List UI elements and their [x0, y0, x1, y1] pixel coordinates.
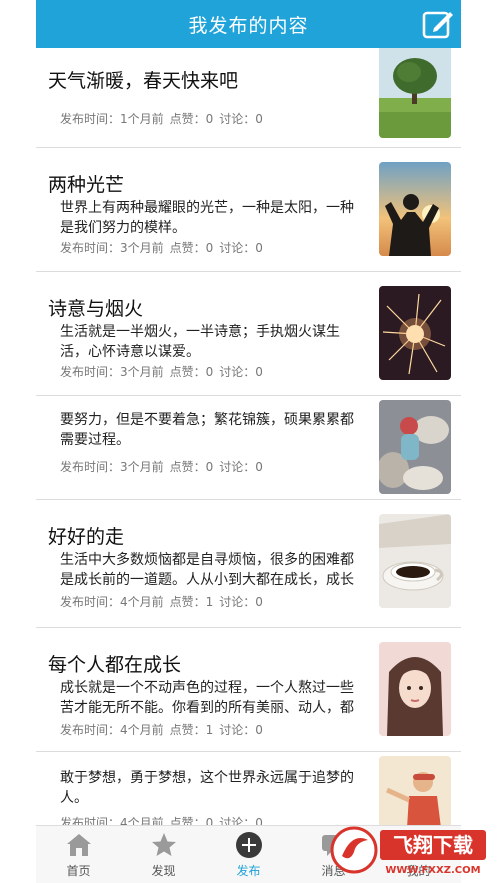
post-meta: 发布时间：3个月前 点赞：0 讨论：0 — [60, 363, 263, 380]
post-likes: 点赞：1 — [169, 595, 214, 609]
post-comments: 讨论：0 — [219, 816, 263, 825]
post-likes: 点赞：1 — [169, 723, 214, 737]
post-item[interactable]: 要努力，但是不要着急；繁花锦簇，硕果累累都需要过程。 发布时间：3个月前 点赞：… — [36, 396, 461, 500]
post-comments: 讨论：0 — [219, 241, 263, 255]
post-title: 天气渐暖，春天快来吧 — [48, 70, 239, 92]
discover-star-icon — [150, 832, 178, 858]
post-meta: 发布时间：4个月前 点赞：0 讨论：0 — [60, 814, 263, 825]
post-feed[interactable]: 天气渐暖，春天快来吧 发布时间：1个月前 点赞：0 讨论：0 两种光芒 世界上有… — [36, 48, 461, 825]
post-comments: 讨论：0 — [219, 723, 263, 737]
post-comments: 讨论：0 — [219, 460, 263, 474]
post-title: 每个人都在成长 — [48, 654, 182, 676]
publish-plus-icon — [235, 832, 263, 858]
post-time: 发布时间：4个月前 — [60, 723, 164, 737]
app-header: 我发布的内容 — [36, 0, 461, 48]
coffee-cup-photo[interactable] — [379, 514, 451, 608]
watermark-logo: 飞翔下载 WWW.FXXZ.COM — [330, 822, 490, 878]
post-likes: 点赞：0 — [169, 112, 214, 126]
post-comments: 讨论：0 — [219, 595, 263, 609]
post-title: 好好的走 — [48, 526, 125, 548]
child-beach-photo[interactable] — [379, 756, 451, 825]
page-title: 我发布的内容 — [188, 14, 309, 37]
post-likes: 点赞：0 — [169, 365, 214, 379]
post-meta: 发布时间：4个月前 点赞：1 讨论：0 — [60, 593, 263, 610]
post-item[interactable]: 天气渐暖，春天快来吧 发布时间：1个月前 点赞：0 讨论：0 — [36, 48, 461, 148]
tab-label: 发现 — [151, 864, 176, 878]
girl-portrait-photo[interactable] — [379, 642, 451, 736]
post-time: 发布时间：3个月前 — [60, 241, 164, 255]
edit-icon[interactable] — [421, 7, 455, 41]
post-comments: 讨论：0 — [219, 365, 263, 379]
post-item[interactable]: 两种光芒 世界上有两种最耀眼的光芒，一种是太阳，一种是我们努力的模样。 发布时间… — [36, 148, 461, 272]
post-meta: 发布时间：1个月前 点赞：0 讨论：0 — [60, 110, 263, 127]
post-excerpt: 世界上有两种最耀眼的光芒，一种是太阳，一种是我们努力的模样。 — [60, 200, 354, 236]
post-likes: 点赞：0 — [169, 460, 214, 474]
watermark-text: 飞翔下载 — [393, 833, 473, 857]
post-item[interactable]: 诗意与烟火 生活就是一半烟火，一半诗意；手执烟火谋生活，心怀诗意以谋爱。 发布时… — [36, 272, 461, 396]
sunset-person-photo[interactable] — [379, 162, 451, 256]
post-item[interactable]: 每个人都在成长 成长就是一个不动声色的过程，一个人熬过一些苦才能无所不能。你看到… — [36, 628, 461, 752]
tab-label: 首页 — [66, 864, 91, 878]
tab-home[interactable]: 首页 — [36, 826, 121, 883]
watermark-url: WWW.FXXZ.COM — [385, 865, 480, 876]
post-excerpt: 生活就是一半烟火，一半诗意；手执烟火谋生活，心怀诗意以谋爱。 — [60, 324, 340, 360]
tab-label: 发布 — [236, 864, 261, 878]
post-item[interactable]: 敢于梦想，勇于梦想，这个世界永远属于追梦的人。 发布时间：4个月前 点赞：0 讨… — [36, 752, 461, 825]
toy-figure-photo[interactable] — [379, 400, 451, 494]
post-title: 两种光芒 — [48, 174, 125, 196]
post-time: 发布时间：3个月前 — [60, 365, 164, 379]
post-excerpt: 敢于梦想，勇于梦想，这个世界永远属于追梦的人。 — [60, 770, 354, 806]
tab-publish[interactable]: 发布 — [206, 826, 291, 883]
post-time: 发布时间：4个月前 — [60, 816, 164, 825]
post-excerpt: 要努力，但是不要着急；繁花锦簇，硕果累累都需要过程。 — [60, 412, 354, 448]
post-excerpt: 生活中大多数烦恼都是自寻烦恼，很多的困难都是成长前的一道题。人从小到大都在成长，… — [60, 552, 354, 588]
post-likes: 点赞：0 — [169, 241, 214, 255]
post-meta: 发布时间：3个月前 点赞：0 讨论：0 — [60, 458, 263, 475]
post-meta: 发布时间：4个月前 点赞：1 讨论：0 — [60, 721, 263, 738]
tree-photo[interactable] — [379, 48, 451, 138]
sparkler-photo[interactable] — [379, 286, 451, 380]
post-excerpt: 成长就是一个不动声色的过程，一个人熬过一些苦才能无所不能。你看到的所有美丽、动人… — [60, 680, 354, 716]
post-time: 发布时间：4个月前 — [60, 595, 164, 609]
post-time: 发布时间：3个月前 — [60, 460, 164, 474]
post-comments: 讨论：0 — [219, 112, 263, 126]
post-title: 诗意与烟火 — [48, 298, 144, 320]
post-likes: 点赞：0 — [169, 816, 214, 825]
post-meta: 发布时间：3个月前 点赞：0 讨论：0 — [60, 239, 263, 256]
phone-screen: 我发布的内容 天气渐暖，春天快来吧 发布时间：1个月前 点赞：0 讨论：0 两种… — [36, 0, 461, 883]
post-item[interactable]: 好好的走 生活中大多数烦恼都是自寻烦恼，很多的困难都是成长前的一道题。人从小到大… — [36, 500, 461, 628]
home-icon — [65, 832, 93, 858]
tab-discover[interactable]: 发现 — [121, 826, 206, 883]
post-time: 发布时间：1个月前 — [60, 112, 164, 126]
